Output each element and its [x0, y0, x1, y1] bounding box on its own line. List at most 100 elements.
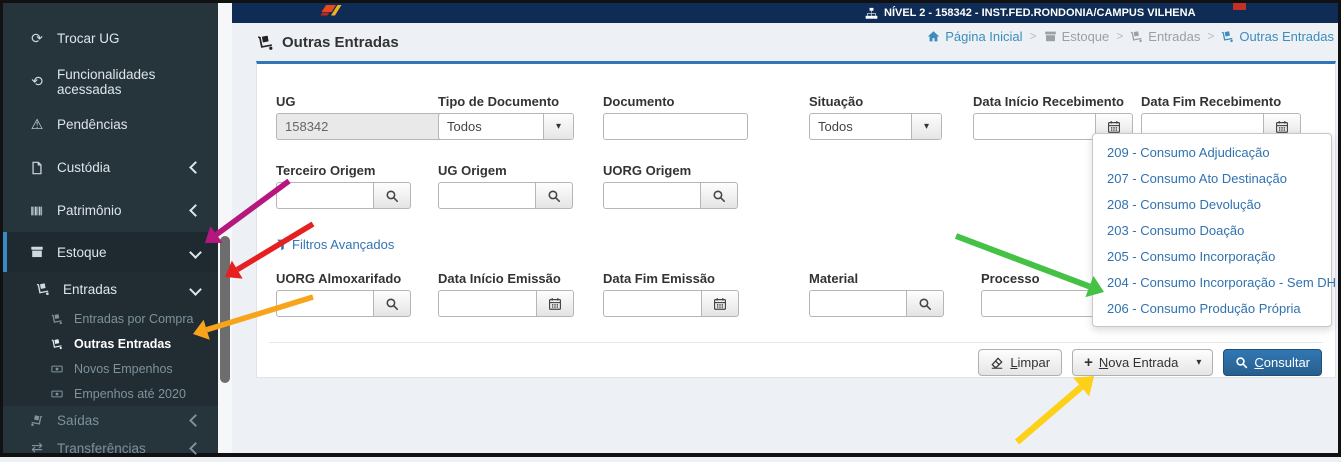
sidebar-item-transferencias[interactable]: ⇄ Transferências: [3, 434, 218, 462]
ug-origem-search-button[interactable]: [535, 182, 573, 209]
data-inicio-emissao-calendar-button[interactable]: [536, 290, 574, 317]
org-unit-indicator[interactable]: NÍVEL 2 - 158342 - INST.FED.RONDONIA/CAM…: [865, 3, 1196, 23]
field-label: UG Origem: [438, 163, 507, 178]
filtros-avancados-link[interactable]: Filtros Avançados: [276, 237, 394, 252]
outras-entradas-screen: { "topbar": {"org_label": "NÍVEL 2 - 158…: [0, 0, 1341, 457]
breadcrumb-estoque[interactable]: Estoque: [1044, 29, 1109, 44]
sidebar-item-empenhos-ate-2020[interactable]: Empenhos até 2020: [3, 381, 218, 406]
ug-input[interactable]: [276, 113, 461, 140]
uorg-almoxarifado-search-button[interactable]: [373, 290, 411, 317]
box-icon: [27, 245, 47, 259]
uorg-origem-input[interactable]: [603, 182, 700, 209]
material-search-button[interactable]: [906, 290, 944, 317]
uorg-almoxarifado-input[interactable]: [276, 290, 373, 317]
field-documento: Documento: [603, 94, 748, 140]
sitemap-icon: [865, 7, 878, 20]
sidebar-item-label: Empenhos até 2020: [74, 386, 186, 401]
field-label: Situação: [809, 94, 864, 109]
dolly-icon: [33, 282, 53, 296]
uorg-origem-search-button[interactable]: [700, 182, 738, 209]
field-label: Data Fim Recebimento: [1141, 94, 1282, 109]
sidebar-item-label: Novos Empenhos: [74, 361, 173, 376]
sidebar: ⟳ Trocar UG ⟲ Funcionalidades acessadas …: [3, 3, 218, 456]
breadcrumb-entradas[interactable]: Entradas: [1130, 29, 1200, 44]
dolly-icon: [49, 313, 65, 325]
sidebar-item-novos-empenhos[interactable]: Novos Empenhos: [3, 356, 218, 381]
data-fim-emissao-input[interactable]: [603, 290, 701, 317]
warning-icon: ⚠: [30, 116, 44, 133]
sidebar-item-patrimonio[interactable]: Patrimônio: [3, 189, 218, 232]
field-situacao: Situação Todos ▾: [809, 94, 942, 140]
sidebar-item-pendencias[interactable]: ⚠ Pendências: [3, 103, 218, 146]
org-unit-label: NÍVEL 2 - 158342 - INST.FED.RONDONIA/CAM…: [884, 7, 1196, 19]
box-icon: [1044, 30, 1057, 43]
caret-down-icon: ▾: [911, 114, 941, 139]
sidebar-item-label: Outras Entradas: [74, 336, 172, 351]
data-inicio-recebimento-input[interactable]: [973, 113, 1095, 140]
sidebar-scrollbar-track[interactable]: [218, 3, 232, 453]
situacao-select[interactable]: Todos ▾: [809, 113, 942, 140]
dolly-icon: [1221, 30, 1234, 43]
sidebar-item-label: Transferências: [57, 440, 146, 456]
chevron-down-icon: [189, 282, 202, 296]
nova-entrada-button[interactable]: + Nova Entrada ▾: [1072, 349, 1214, 376]
sidebar-scrollbar-thumb[interactable]: [220, 236, 230, 383]
breadcrumb-outras-entradas[interactable]: Outras Entradas: [1221, 29, 1334, 44]
estoque-submenu: Entradas Entradas por Compra Outras Entr…: [3, 272, 218, 406]
limpar-button[interactable]: Limpar: [978, 349, 1063, 376]
breadcrumb-home[interactable]: Página Inicial: [927, 29, 1023, 44]
sidebar-item-label: Estoque: [57, 244, 107, 260]
consultar-button[interactable]: Consultar: [1223, 349, 1322, 376]
documento-input[interactable]: [603, 113, 748, 140]
search-icon: [385, 189, 399, 203]
sidebar-item-label: Custódia: [57, 160, 111, 175]
sidebar-item-label: Entradas: [63, 281, 118, 297]
breadcrumb-separator: >: [1029, 29, 1037, 43]
money-icon: [49, 388, 65, 400]
material-input[interactable]: [809, 290, 906, 317]
terceiro-origem-search-button[interactable]: [373, 182, 411, 209]
field-ug-origem: UG Origem: [438, 163, 573, 209]
menu-item-208[interactable]: 208 - Consumo Devolução: [1093, 191, 1331, 217]
field-data-fim-emissao: Data Fim Emissão: [603, 271, 739, 317]
field-tipo-documento: Tipo de Documento Todos ▾: [438, 94, 574, 140]
calendar-icon: [713, 297, 727, 311]
dolly-icon: [49, 338, 65, 350]
barcode-icon: [27, 204, 47, 218]
top-navbar: NÍVEL 2 - 158342 - INST.FED.RONDONIA/CAM…: [232, 3, 1338, 23]
dolly-out-icon: [27, 414, 47, 427]
sidebar-item-entradas[interactable]: Entradas: [3, 272, 218, 306]
sidebar-item-entradas-por-compra[interactable]: Entradas por Compra: [3, 306, 218, 331]
menu-item-203[interactable]: 203 - Consumo Doação: [1093, 217, 1331, 243]
home-icon: [927, 30, 940, 43]
sidebar-item-saidas[interactable]: Saídas: [3, 406, 218, 434]
data-inicio-emissao-input[interactable]: [438, 290, 536, 317]
menu-item-204[interactable]: 204 - Consumo Incorporação - Sem DH: [1093, 269, 1336, 295]
menu-item-207[interactable]: 207 - Consumo Ato Destinação: [1093, 165, 1331, 191]
sidebar-item-estoque[interactable]: Estoque: [3, 232, 218, 272]
caret-down-icon: ▾: [1196, 357, 1202, 368]
data-fim-emissao-calendar-button[interactable]: [701, 290, 739, 317]
menu-item-205[interactable]: 205 - Consumo Incorporação: [1093, 243, 1331, 269]
sidebar-item-trocar-ug[interactable]: ⟳ Trocar UG: [3, 17, 218, 60]
plus-icon: +: [1084, 354, 1093, 371]
chevron-left-icon: [189, 413, 202, 427]
tipo-documento-select[interactable]: Todos ▾: [438, 113, 574, 140]
breadcrumb-separator: >: [1207, 29, 1215, 43]
calendar-icon: [548, 297, 562, 311]
eraser-icon: [990, 356, 1004, 370]
search-icon: [712, 189, 726, 203]
menu-item-209[interactable]: 209 - Consumo Adjudicação: [1093, 139, 1331, 165]
sidebar-item-custodia[interactable]: Custódia: [3, 146, 218, 189]
ug-origem-input[interactable]: [438, 182, 535, 209]
menu-item-206[interactable]: 206 - Consumo Produção Própria: [1093, 295, 1331, 321]
sidebar-item-funcionalidades[interactable]: ⟲ Funcionalidades acessadas: [3, 60, 218, 103]
terceiro-origem-input[interactable]: [276, 182, 373, 209]
transfer-arrows-icon: ⇄: [31, 440, 43, 456]
sidebar-item-outras-entradas[interactable]: Outras Entradas: [3, 331, 218, 356]
sidebar-item-label: Saídas: [57, 412, 100, 428]
field-terceiro-origem: Terceiro Origem: [276, 163, 411, 209]
filter-funnel-icon: [276, 238, 289, 251]
field-label: Data Fim Emissão: [603, 271, 715, 286]
breadcrumb: Página Inicial > Estoque > Entradas > Ou…: [927, 26, 1334, 46]
